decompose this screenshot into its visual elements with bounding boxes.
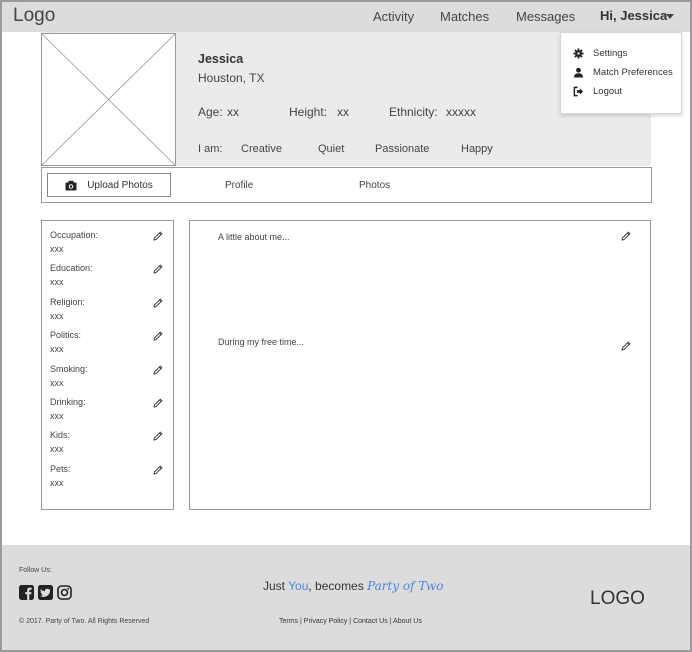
tagline-brand: Party of Two	[367, 579, 444, 593]
top-navigation-bar	[2, 2, 690, 32]
menu-item-label: Logout	[593, 85, 623, 97]
edit-pencil-icon[interactable]	[153, 465, 163, 475]
detail-label: Smoking:	[50, 363, 88, 374]
edit-pencil-icon[interactable]	[153, 231, 163, 241]
footer-tagline: Just You, becomes Party of Two	[263, 579, 443, 593]
detail-value: xxx	[50, 310, 64, 321]
facebook-icon[interactable]	[19, 585, 34, 600]
edit-pencil-icon[interactable]	[153, 431, 163, 441]
footer	[2, 545, 690, 650]
profile-photo-placeholder	[41, 33, 176, 166]
menu-item-match-preferences[interactable]: Match Preferences	[573, 65, 673, 79]
tagline-text: , becomes	[308, 579, 368, 593]
user-dropdown-menu: Settings Match Preferences Logout	[560, 32, 682, 114]
footer-link-privacy[interactable]: Privacy Policy	[304, 618, 348, 625]
copyright-text: © 2017. Party of Two. All Rights Reserve…	[19, 618, 150, 625]
user-icon	[573, 67, 584, 78]
profile-name: Jessica	[198, 52, 244, 66]
trait-tag: Quiet	[318, 143, 345, 155]
detail-value: xxx	[50, 344, 64, 355]
nav-matches[interactable]: Matches	[440, 9, 489, 24]
about-me-text: A little about me...	[218, 232, 290, 242]
menu-item-label: Settings	[593, 47, 628, 59]
age-value: xx	[227, 105, 239, 119]
about-panel	[189, 220, 651, 510]
detail-value: xxx	[50, 277, 64, 288]
tagline-you: You	[288, 579, 309, 593]
footer-links: Terms | Privacy Policy | Contact Us | Ab…	[279, 618, 422, 625]
detail-label: Education:	[50, 263, 93, 274]
detail-value: xxx	[50, 244, 64, 254]
footer-link-about[interactable]: About Us	[393, 618, 422, 625]
nav-messages[interactable]: Messages	[516, 9, 575, 24]
detail-value: xxx	[50, 444, 64, 455]
detail-label: Drinking:	[50, 397, 86, 407]
footer-logo: LOGO	[590, 588, 645, 609]
free-time-text: During my free time...	[218, 337, 305, 347]
instagram-icon[interactable]	[57, 585, 72, 600]
gear-icon	[573, 47, 584, 59]
trait-tag: Happy	[461, 143, 493, 155]
footer-link-contact[interactable]: Contact Us	[353, 618, 388, 625]
edit-pencil-icon[interactable]	[621, 231, 631, 241]
detail-label: Religion:	[50, 296, 86, 307]
detail-label: Occupation:	[50, 230, 99, 240]
follow-us-label: Follow Us:	[19, 567, 52, 574]
upload-photos-button[interactable]: Upload Photos	[47, 173, 171, 197]
height-value: xx	[337, 105, 349, 119]
detail-label: Kids:	[50, 430, 71, 441]
edit-pencil-icon[interactable]	[621, 341, 631, 351]
tab-profile[interactable]: Profile	[225, 180, 253, 191]
edit-pencil-icon[interactable]	[153, 398, 163, 408]
tagline-text: Just	[263, 579, 289, 593]
header-logo[interactable]: Logo	[13, 5, 55, 27]
detail-value: xxx	[50, 477, 64, 488]
footer-link-terms[interactable]: Terms	[279, 618, 298, 625]
menu-item-logout[interactable]: Logout	[573, 84, 622, 98]
trait-tag: Creative	[241, 143, 282, 155]
user-menu-button[interactable]: Hi, Jessica	[600, 8, 667, 23]
edit-pencil-icon[interactable]	[153, 331, 163, 341]
menu-item-label: Match Preferences	[593, 66, 673, 78]
detail-label: Pets:	[50, 463, 71, 474]
logout-icon	[573, 86, 584, 96]
height-label: Height:	[289, 105, 328, 119]
edit-pencil-icon[interactable]	[153, 365, 163, 375]
trait-tag: Passionate	[375, 143, 430, 155]
tab-photos[interactable]: Photos	[359, 180, 390, 191]
age-label: Age:	[198, 105, 223, 119]
iam-label: I am:	[198, 143, 223, 155]
menu-item-settings[interactable]: Settings	[573, 46, 627, 60]
ethnicity-value: xxxxx	[446, 105, 476, 119]
upload-photos-label: Upload Photos	[87, 179, 153, 191]
detail-value: xxx	[50, 377, 64, 388]
ethnicity-label: Ethnicity:	[389, 105, 438, 119]
edit-pencil-icon[interactable]	[153, 264, 163, 274]
chevron-down-icon[interactable]	[666, 14, 674, 19]
twitter-icon[interactable]	[38, 585, 53, 600]
profile-location: Houston, TX	[198, 71, 265, 85]
camera-icon	[65, 180, 77, 190]
edit-pencil-icon[interactable]	[153, 298, 163, 308]
detail-value: xxx	[50, 411, 64, 421]
detail-label: Politics:	[50, 330, 82, 341]
nav-activity[interactable]: Activity	[373, 9, 414, 24]
